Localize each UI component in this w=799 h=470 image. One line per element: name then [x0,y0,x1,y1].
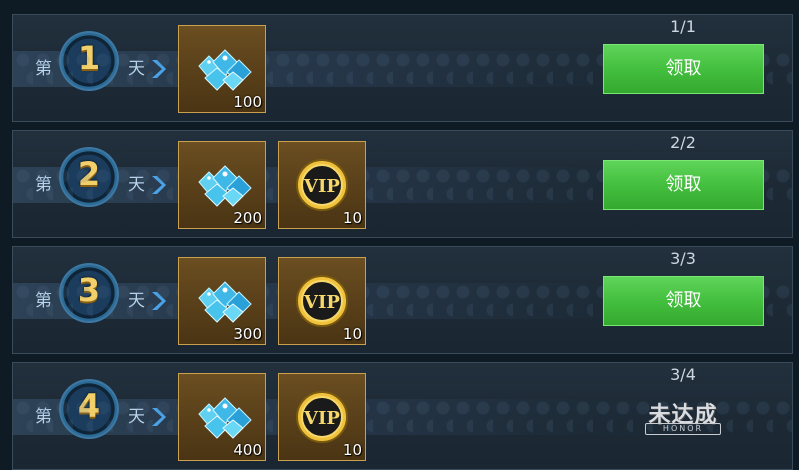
reward-item-vip-coin[interactable]: VIP 10 [278,141,366,229]
reward-quantity: 300 [233,325,262,343]
day-prefix-label: 第 [35,291,52,311]
day-prefix-label: 第 [35,59,52,79]
day-prefix-label: 第 [35,175,52,195]
day-number-badge: 2 [59,147,119,207]
progress-counter: 3/3 [670,249,696,268]
chevron-right-icon [152,292,166,310]
day-suffix-label: 天 [128,291,145,311]
reward-quantity: 10 [342,209,362,227]
day-number: 2 [77,155,101,193]
day-suffix-label: 天 [128,175,145,195]
not-reached-sub-label: HONOR [645,423,721,435]
claim-button[interactable]: 领取 [603,160,764,210]
day-number-badge: 1 [59,31,119,91]
day-number: 3 [77,271,101,309]
reward-quantity: 10 [342,441,362,459]
vip-coin-text: VIP [303,408,340,429]
progress-counter: 2/2 [670,133,696,152]
day-number-badge: 4 [59,379,119,439]
reward-row-day-4: 第 4 天 400 VIP 10 3/4 未达成 HONOR [12,362,793,470]
reward-item-vip-coin[interactable]: VIP 10 [278,373,366,461]
chevron-right-icon [152,408,166,426]
reward-quantity: 400 [233,441,262,459]
reward-item-diamonds[interactable]: 200 [178,141,266,229]
chevron-right-icon [152,60,166,78]
daily-reward-list: 第 1 天 100 1/1 领取 第 2 天 200 VIP 10 2/2 领取… [0,0,799,470]
reward-quantity: 200 [233,209,262,227]
reward-item-diamonds[interactable]: 100 [178,25,266,113]
reward-quantity: 100 [233,93,262,111]
vip-coin-text: VIP [303,292,340,313]
reward-item-diamonds[interactable]: 400 [178,373,266,461]
reward-row-day-1: 第 1 天 100 1/1 领取 [12,14,793,122]
progress-counter: 1/1 [670,17,696,36]
vip-coin-text: VIP [303,176,340,197]
day-suffix-label: 天 [128,407,145,427]
reward-item-vip-coin[interactable]: VIP 10 [278,257,366,345]
day-suffix-label: 天 [128,59,145,79]
day-number: 4 [77,387,101,425]
reward-quantity: 10 [342,325,362,343]
reward-row-day-3: 第 3 天 300 VIP 10 3/3 领取 [12,246,793,354]
day-prefix-label: 第 [35,407,52,427]
progress-counter: 3/4 [670,365,696,384]
day-number: 1 [77,39,101,77]
chevron-right-icon [152,176,166,194]
claim-button[interactable]: 领取 [603,276,764,326]
day-number-badge: 3 [59,263,119,323]
reward-row-day-2: 第 2 天 200 VIP 10 2/2 领取 [12,130,793,238]
reward-item-diamonds[interactable]: 300 [178,257,266,345]
not-reached-stamp: 未达成 HONOR [633,395,733,437]
claim-button[interactable]: 领取 [603,44,764,94]
